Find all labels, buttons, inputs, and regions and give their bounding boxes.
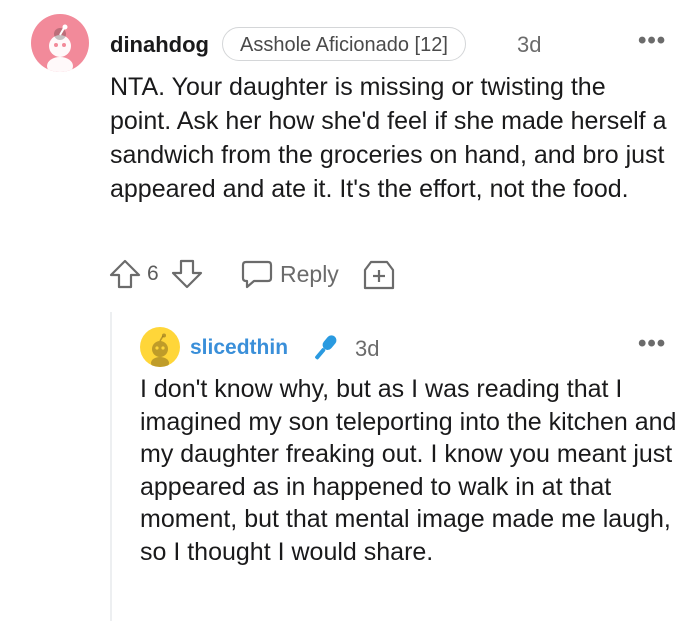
snoo-avatar-icon xyxy=(47,24,73,72)
award-icon[interactable] xyxy=(362,259,396,296)
avatar[interactable] xyxy=(31,14,89,72)
reply-bubble-icon[interactable] xyxy=(240,259,274,294)
thread-line[interactable] xyxy=(110,312,112,621)
vote-count: 6 xyxy=(147,262,159,285)
reply-button[interactable]: Reply xyxy=(280,261,339,288)
username[interactable]: dinahdog xyxy=(110,32,209,58)
comment-body: I don't know why, but as I was reading t… xyxy=(140,375,677,566)
snoo-avatar-icon xyxy=(151,333,169,367)
downvote-icon[interactable] xyxy=(170,258,204,295)
user-flair: Asshole Aficionado [12] xyxy=(222,27,466,61)
microphone-icon xyxy=(308,331,342,370)
upvote-icon[interactable] xyxy=(108,258,142,295)
timestamp[interactable]: 3d xyxy=(355,336,379,362)
comment-body: NTA. Your daughter is missing or twistin… xyxy=(110,73,667,203)
avatar[interactable] xyxy=(140,327,180,367)
timestamp[interactable]: 3d xyxy=(517,32,541,58)
username[interactable]: slicedthin xyxy=(190,336,288,360)
more-options-icon[interactable]: ••• xyxy=(638,330,666,358)
more-options-icon[interactable]: ••• xyxy=(638,27,666,55)
